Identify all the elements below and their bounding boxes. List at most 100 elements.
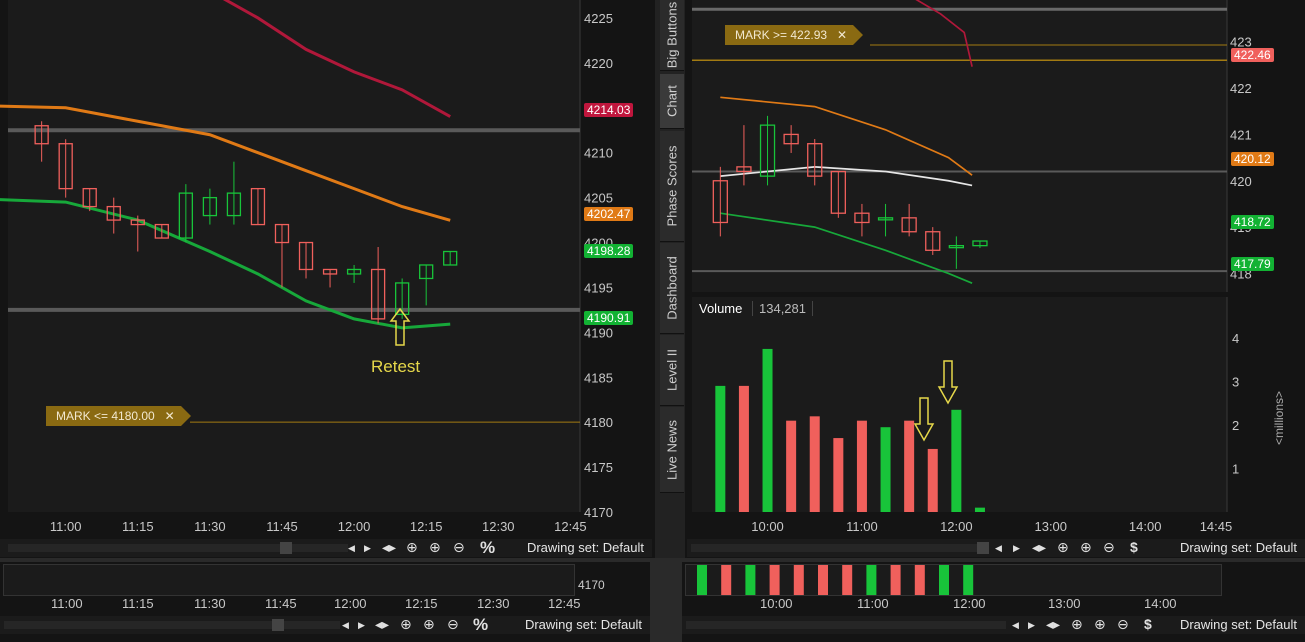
zoom-out-icon[interactable]: ⊖ bbox=[1103, 539, 1115, 556]
volume-unit-label: <millions> bbox=[1272, 390, 1287, 446]
right-badge-green-bottom: 417.79 bbox=[1231, 257, 1274, 271]
time-tick-label: 11:45 bbox=[265, 596, 297, 611]
scroll-right-icon[interactable]: ▶ bbox=[358, 620, 365, 631]
zoom-in-icon[interactable]: ⊕ bbox=[1080, 539, 1092, 556]
volume-bar bbox=[793, 565, 804, 595]
volume-bar bbox=[762, 348, 773, 512]
scroll-right-icon[interactable]: ▶ bbox=[364, 543, 371, 554]
volume-tick-label: 3 bbox=[1232, 375, 1239, 390]
tab-level-ii[interactable]: Level II bbox=[660, 335, 684, 406]
dollar-icon[interactable]: $ bbox=[1144, 616, 1152, 632]
retest-annotation: Retest bbox=[371, 357, 421, 376]
price-tick-label: 4210 bbox=[584, 146, 613, 161]
pan-icon[interactable]: ◂▸ bbox=[375, 616, 389, 633]
price-tick-label: 4190 bbox=[584, 325, 613, 340]
volume-bar bbox=[890, 565, 901, 595]
time-tick-label: 11:15 bbox=[122, 519, 154, 534]
volume-bar bbox=[963, 565, 974, 595]
price-tick-label: 4175 bbox=[584, 460, 613, 475]
scroll-left-icon[interactable]: ◀ bbox=[1012, 620, 1019, 631]
pan-icon[interactable]: ◂▸ bbox=[1032, 539, 1046, 556]
pan-icon[interactable]: ◂▸ bbox=[382, 539, 396, 556]
bottom-right-drawing-set[interactable]: Drawing set: Default bbox=[1180, 617, 1297, 632]
price-tick-label: 4225 bbox=[584, 11, 613, 26]
left-mark-alert[interactable]: MARK <= 4180.00 ✕ bbox=[46, 406, 191, 426]
right-price-chart[interactable]: 423422421420419418 4321 10:0011:0012:001… bbox=[690, 0, 1305, 540]
tab-chart[interactable]: Chart bbox=[660, 74, 684, 129]
bottom-left-drawing-set[interactable]: Drawing set: Default bbox=[525, 617, 642, 632]
zoom-in-icon[interactable]: ⊕ bbox=[423, 616, 435, 633]
scroll-left-icon[interactable]: ◀ bbox=[348, 543, 355, 554]
tab-dashboard[interactable]: Dashboard bbox=[660, 243, 684, 334]
bottom-right-time-axis: 10:00 11:00 12:00 13:00 14:00 bbox=[682, 596, 1305, 612]
crosshair-icon[interactable]: ⊕ bbox=[1071, 616, 1083, 633]
crosshair-icon[interactable]: ⊕ bbox=[1057, 539, 1069, 556]
bottom-left-panel: 4170 11:00 11:15 11:30 11:45 12:00 12:15 12:30… bbox=[0, 562, 650, 642]
price-tick-label: 4205 bbox=[584, 191, 613, 206]
zoom-out-icon[interactable]: ⊖ bbox=[447, 616, 459, 633]
close-icon[interactable]: ✕ bbox=[165, 406, 175, 426]
time-tick-label: 11:15 bbox=[122, 596, 154, 611]
tab-big-buttons[interactable]: Big Buttons bbox=[660, 0, 684, 71]
tab-live-news[interactable]: Live News bbox=[660, 407, 684, 493]
time-tick-label: 13:00 bbox=[1034, 519, 1067, 534]
volume-bar bbox=[842, 565, 853, 595]
volume-tick-label: 4 bbox=[1232, 331, 1239, 346]
left-drawing-set[interactable]: Drawing set: Default bbox=[527, 540, 644, 555]
bottom-right-toolbar: ◀ ▶ ◂▸ ⊕ ⊕ ⊖ $ Drawing set: Default bbox=[682, 616, 1305, 634]
right-scrollbar[interactable] bbox=[691, 544, 986, 552]
bottom-right-scrollbar[interactable] bbox=[686, 621, 1006, 629]
bottom-left-scrollbar[interactable] bbox=[4, 621, 340, 629]
zoom-out-icon[interactable]: ⊖ bbox=[1117, 616, 1129, 633]
left-badge-green-top: 4198.28 bbox=[584, 244, 634, 258]
zoom-in-icon[interactable]: ⊕ bbox=[1094, 616, 1106, 633]
volume-bar bbox=[715, 385, 726, 512]
time-tick-label: 11:30 bbox=[194, 596, 226, 611]
volume-label: Volume bbox=[699, 301, 743, 316]
volume-bar bbox=[818, 565, 828, 595]
right-mark-alert[interactable]: MARK >= 422.93 ✕ bbox=[725, 25, 864, 45]
bottom-left-scroll-thumb[interactable] bbox=[272, 619, 284, 631]
right-badge-red: 422.46 bbox=[1231, 48, 1274, 62]
time-tick-label: 11:00 bbox=[846, 519, 878, 534]
close-icon[interactable]: ✕ bbox=[837, 25, 847, 45]
percent-icon[interactable]: % bbox=[480, 538, 495, 558]
scroll-left-icon[interactable]: ◀ bbox=[995, 543, 1002, 554]
time-tick-label: 12:00 bbox=[940, 519, 973, 534]
dollar-icon[interactable]: $ bbox=[1130, 539, 1138, 555]
time-tick-label: 12:45 bbox=[554, 519, 587, 534]
scroll-left-icon[interactable]: ◀ bbox=[342, 620, 349, 631]
crosshair-icon[interactable]: ⊕ bbox=[400, 616, 412, 633]
zoom-in-icon[interactable]: ⊕ bbox=[429, 539, 441, 556]
volume-bar bbox=[697, 565, 707, 595]
left-scroll-thumb[interactable] bbox=[280, 542, 292, 554]
arrow-down-icon bbox=[913, 397, 935, 442]
time-tick-label: 12:00 bbox=[334, 596, 367, 611]
scroll-right-icon[interactable]: ▶ bbox=[1013, 543, 1020, 554]
right-scroll-thumb[interactable] bbox=[977, 542, 989, 554]
volume-bar bbox=[880, 427, 891, 512]
right-badge-green-top: 418.72 bbox=[1231, 215, 1274, 229]
pan-icon[interactable]: ◂▸ bbox=[1046, 616, 1060, 633]
tab-phase-scores[interactable]: Phase Scores bbox=[660, 131, 684, 242]
scroll-right-icon[interactable]: ▶ bbox=[1028, 620, 1035, 631]
left-price-chart[interactable]: 4225422042154210420542004195419041854180… bbox=[0, 0, 650, 540]
time-tick-label: 12:45 bbox=[548, 596, 581, 611]
crosshair-icon[interactable]: ⊕ bbox=[406, 539, 418, 556]
price-tick-label: 4180 bbox=[584, 415, 613, 430]
time-tick-label: 12:00 bbox=[953, 596, 986, 611]
right-drawing-set[interactable]: Drawing set: Default bbox=[1180, 540, 1297, 555]
volume-value: 134,281 bbox=[752, 301, 813, 316]
zoom-out-icon[interactable]: ⊖ bbox=[453, 539, 465, 556]
price-tick-label: 4195 bbox=[584, 280, 613, 295]
time-tick-label: 12:15 bbox=[410, 519, 443, 534]
volume-bar bbox=[786, 420, 797, 512]
volume-bar bbox=[769, 565, 780, 595]
time-tick-label: 12:30 bbox=[477, 596, 510, 611]
volume-bar bbox=[951, 409, 962, 512]
right-badge-orange: 420.12 bbox=[1231, 152, 1274, 166]
percent-icon[interactable]: % bbox=[473, 615, 488, 635]
time-tick-label: 11:30 bbox=[194, 519, 226, 534]
price-tick-label: 4170 bbox=[584, 505, 613, 520]
left-scrollbar[interactable] bbox=[8, 544, 348, 552]
